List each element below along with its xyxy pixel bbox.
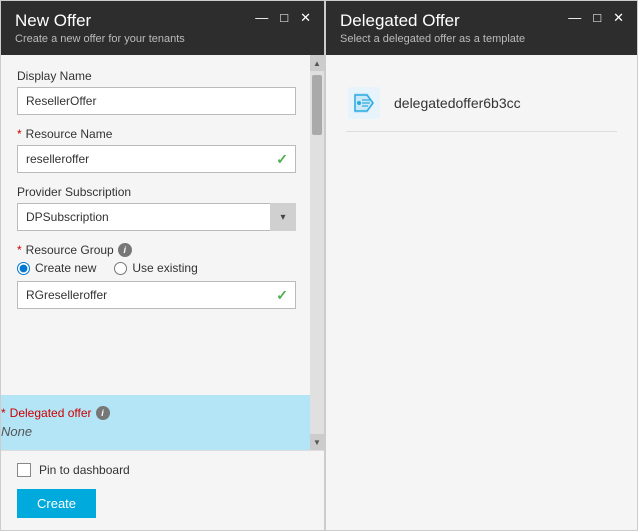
right-close-button[interactable]: ✕ bbox=[610, 11, 627, 24]
left-close-button[interactable]: ✕ bbox=[297, 11, 314, 24]
display-name-input-wrapper bbox=[17, 87, 296, 115]
create-new-option[interactable]: Create new bbox=[17, 261, 96, 275]
scroll-thumb[interactable] bbox=[312, 75, 322, 135]
resource-group-radio-group: Create new Use existing bbox=[17, 261, 296, 275]
display-name-label: Display Name bbox=[17, 69, 296, 83]
delegated-offer-value: None bbox=[1, 424, 110, 439]
delegated-offer-row[interactable]: * Delegated offer i None › bbox=[1, 395, 324, 450]
offer-name-text: delegatedoffer6b3cc bbox=[394, 95, 521, 111]
left-panel-footer: Pin to dashboard Create bbox=[1, 450, 324, 530]
pin-checkbox[interactable] bbox=[17, 463, 31, 477]
create-button[interactable]: Create bbox=[17, 489, 96, 518]
delegated-required-star: * bbox=[1, 406, 6, 420]
provider-subscription-select[interactable]: DPSubscription bbox=[17, 203, 296, 231]
provider-subscription-select-wrapper: DPSubscription ▾ bbox=[17, 203, 296, 231]
resource-group-input-wrapper: ✓ bbox=[17, 281, 296, 309]
left-maximize-button[interactable]: □ bbox=[277, 11, 291, 24]
display-name-group: Display Name bbox=[17, 69, 296, 115]
new-offer-panel: New Offer Create a new offer for your te… bbox=[0, 0, 325, 531]
left-minimize-button[interactable]: — bbox=[252, 11, 271, 24]
left-panel-body: Display Name * Resource Name ✓ bbox=[1, 55, 324, 395]
delegated-offer-info-icon[interactable]: i bbox=[96, 406, 110, 420]
pin-label: Pin to dashboard bbox=[39, 463, 130, 477]
left-panel-header: New Offer Create a new offer for your te… bbox=[1, 1, 324, 55]
right-panel-body: delegatedoffer6b3cc bbox=[326, 55, 637, 530]
offer-tag-icon bbox=[346, 85, 382, 121]
create-new-radio[interactable] bbox=[17, 262, 30, 275]
resource-group-group: * Resource Group i Create new Use existi… bbox=[17, 243, 296, 309]
right-maximize-button[interactable]: □ bbox=[590, 11, 604, 24]
resource-name-required: * bbox=[17, 127, 22, 141]
resource-name-label: * Resource Name bbox=[17, 127, 296, 141]
display-name-input[interactable] bbox=[17, 87, 296, 115]
resource-name-check-icon: ✓ bbox=[276, 151, 288, 168]
left-scrollbar[interactable]: ▲ ▼ bbox=[310, 55, 324, 450]
scroll-up-arrow[interactable]: ▲ bbox=[310, 55, 324, 71]
right-panel-header: Delegated Offer Select a delegated offer… bbox=[326, 1, 637, 55]
resource-name-input[interactable] bbox=[17, 145, 296, 173]
left-window-controls: — □ ✕ bbox=[252, 11, 314, 24]
resource-group-label: * Resource Group i bbox=[17, 243, 296, 257]
pin-row: Pin to dashboard bbox=[17, 463, 308, 477]
right-minimize-button[interactable]: — bbox=[565, 11, 584, 24]
right-window-controls: — □ ✕ bbox=[565, 11, 627, 24]
resource-group-check-icon: ✓ bbox=[276, 287, 288, 304]
delegated-offer-label: * Delegated offer i bbox=[1, 406, 110, 420]
scroll-down-arrow[interactable]: ▼ bbox=[310, 434, 324, 450]
delegated-offer-panel: Delegated Offer Select a delegated offer… bbox=[325, 0, 638, 531]
use-existing-radio[interactable] bbox=[114, 262, 127, 275]
provider-subscription-group: Provider Subscription DPSubscription ▾ bbox=[17, 185, 296, 231]
resource-group-info-icon[interactable]: i bbox=[118, 243, 132, 257]
resource-name-input-wrapper: ✓ bbox=[17, 145, 296, 173]
use-existing-option[interactable]: Use existing bbox=[114, 261, 197, 275]
offer-list-item[interactable]: delegatedoffer6b3cc bbox=[346, 75, 617, 132]
right-panel-subtitle: Select a delegated offer as a template bbox=[340, 33, 623, 45]
delegated-offer-label-area: * Delegated offer i None bbox=[1, 406, 110, 439]
provider-subscription-label: Provider Subscription bbox=[17, 185, 296, 199]
resource-group-input[interactable] bbox=[17, 281, 296, 309]
left-panel-subtitle: Create a new offer for your tenants bbox=[15, 33, 310, 45]
resource-name-group: * Resource Name ✓ bbox=[17, 127, 296, 173]
resource-group-required: * bbox=[17, 243, 22, 257]
